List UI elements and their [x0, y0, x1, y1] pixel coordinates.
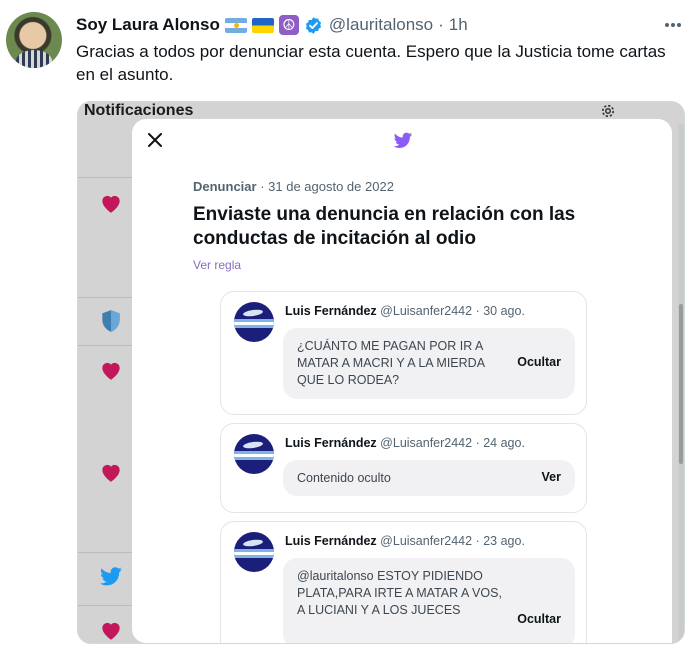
separator-dot: · — [438, 15, 444, 34]
reported-user-handle[interactable]: @Luisanfer2442 — [380, 304, 472, 318]
avatar-shirt — [16, 50, 52, 68]
reported-tweet-header: Luis Fernández @Luisanfer2442 · 24 ago. — [285, 436, 525, 450]
scrollbar-thumb[interactable] — [679, 304, 683, 464]
background-divider — [78, 297, 132, 298]
reported-user-name[interactable]: Luis Fernández — [285, 436, 377, 450]
hide-button[interactable]: Ocultar — [517, 355, 561, 369]
report-meta: Denunciar · 31 de agosto de 2022 — [193, 179, 394, 194]
close-icon[interactable] — [142, 127, 168, 153]
verified-badge-icon — [304, 16, 323, 35]
reported-tweet-text: ¿CUÁNTO ME PAGAN POR IR A MATAR A MACRI … — [297, 339, 485, 387]
hidden-content-box: Contenido oculto Ver — [283, 460, 575, 496]
background-divider — [78, 345, 132, 346]
heart-icon — [102, 622, 120, 640]
background-notifications-title: Notificaciones — [84, 102, 194, 119]
reported-tweet-content: @lauritalonso ESTOY PIDIENDO PLATA,PARA … — [283, 558, 575, 643]
author-handle[interactable]: @lauritalonso — [329, 15, 433, 35]
reported-tweet-date: · 24 ago. — [475, 436, 525, 450]
reported-user-avatar[interactable] — [234, 532, 274, 572]
heart-icon — [102, 464, 120, 482]
reported-user-name[interactable]: Luis Fernández — [285, 534, 377, 548]
view-rule-link[interactable]: Ver regla — [193, 258, 241, 272]
background-scrollbar[interactable] — [678, 124, 684, 643]
reported-tweet-text: @lauritalonso ESTOY PIDIENDO PLATA,PARA … — [297, 569, 502, 617]
twitter-bird-icon — [100, 567, 122, 586]
argentina-flag-icon — [224, 17, 247, 33]
report-title: Enviaste una denuncia en relación con la… — [193, 204, 576, 249]
reported-user-avatar[interactable] — [234, 434, 274, 474]
heart-icon — [102, 195, 120, 213]
reported-tweet-content: ¿CUÁNTO ME PAGAN POR IR A MATAR A MACRI … — [283, 328, 575, 399]
tweet-header: Soy Laura Alonso ☮ @lauritalonso · 1h — [76, 13, 468, 37]
ukraine-flag-icon — [251, 17, 274, 33]
heart-icon — [102, 362, 120, 380]
hide-button[interactable]: Ocultar — [517, 612, 561, 626]
more-options-icon[interactable] — [662, 14, 684, 36]
background-divider — [78, 177, 132, 178]
reported-user-avatar[interactable] — [234, 302, 274, 342]
twitter-logo-icon — [393, 132, 413, 148]
reported-tweet-header: Luis Fernández @Luisanfer2442 · 23 ago. — [285, 534, 525, 548]
background-divider — [78, 552, 132, 553]
peace-symbol-icon: ☮ — [278, 15, 299, 35]
author-display-name[interactable]: Soy Laura Alonso — [76, 15, 220, 35]
view-button[interactable]: Ver — [542, 470, 561, 484]
tweet-timestamp[interactable]: 1h — [449, 15, 468, 35]
reported-tweet-date: · 30 ago. — [475, 304, 525, 318]
tweet-media-image[interactable]: Notificaciones Denunciar · 31 de agosto … — [77, 101, 685, 644]
report-modal: Denunciar · 31 de agosto de 2022 Enviast… — [132, 119, 672, 643]
reported-user-handle[interactable]: @Luisanfer2442 — [380, 534, 472, 548]
shield-icon — [102, 310, 120, 332]
tweet-text: Gracias a todos por denunciar esta cuent… — [76, 42, 666, 84]
reported-tweet-date: · 23 ago. — [475, 534, 525, 548]
author-avatar[interactable] — [6, 12, 62, 68]
hidden-content-label: Contenido oculto — [297, 471, 391, 485]
reported-tweet-card[interactable]: Luis Fernández @Luisanfer2442 · 30 ago. … — [220, 291, 587, 415]
reported-tweet-card[interactable]: Luis Fernández @Luisanfer2442 · 23 ago. … — [220, 521, 587, 643]
reported-tweet-header: Luis Fernández @Luisanfer2442 · 30 ago. — [285, 304, 525, 318]
reported-user-handle[interactable]: @Luisanfer2442 — [380, 436, 472, 450]
reported-user-name[interactable]: Luis Fernández — [285, 304, 377, 318]
report-date: · 31 de agosto de 2022 — [260, 179, 394, 194]
gear-icon — [601, 104, 615, 118]
background-divider — [78, 605, 132, 606]
report-label: Denunciar — [193, 179, 257, 194]
reported-tweet-card[interactable]: Luis Fernández @Luisanfer2442 · 24 ago. … — [220, 423, 587, 513]
